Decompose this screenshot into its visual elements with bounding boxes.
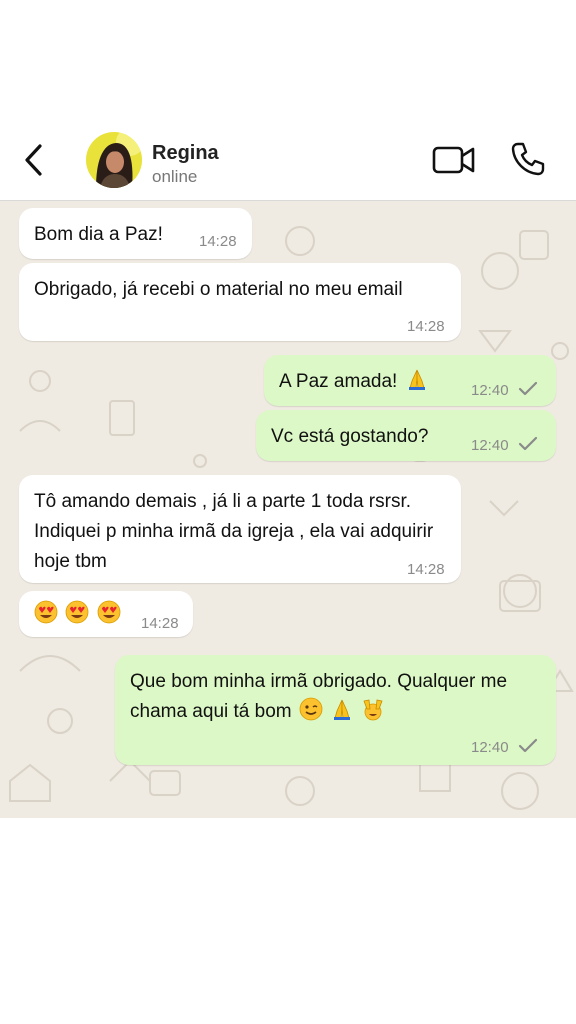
message-bubble-incoming[interactable]: Tô amando demais , já li a parte 1 toda … bbox=[19, 475, 461, 583]
video-call-button[interactable] bbox=[432, 144, 476, 176]
heart-eyes-emoji-icon bbox=[97, 600, 120, 624]
folded-hands-emoji-icon bbox=[334, 699, 351, 720]
message-time: 14:28 bbox=[407, 561, 445, 578]
message-time: 14:28 bbox=[407, 318, 445, 335]
message-time: 12:40 bbox=[471, 382, 509, 399]
message-text: Tô amando demais , já li a parte 1 toda … bbox=[34, 491, 434, 572]
voice-call-button[interactable] bbox=[510, 141, 546, 177]
avatar-photo bbox=[86, 132, 142, 188]
folded-hands-emoji-icon bbox=[408, 369, 425, 390]
back-button[interactable] bbox=[18, 140, 52, 180]
sent-check-icon bbox=[518, 381, 538, 396]
chat-screen: Regina online Bom dia a Paz! 14:28 Obrig… bbox=[0, 0, 576, 1024]
message-bubble-outgoing[interactable]: Vc está gostando? bbox=[256, 410, 556, 461]
message-bubble-outgoing[interactable]: A Paz amada! bbox=[264, 355, 556, 406]
raising-hands-emoji-icon bbox=[363, 699, 383, 721]
phone-icon bbox=[511, 142, 545, 176]
message-time: 14:28 bbox=[199, 233, 237, 250]
message-text: A Paz amada! bbox=[279, 371, 398, 392]
avatar[interactable] bbox=[86, 132, 142, 188]
heart-eyes-emoji-icon bbox=[34, 600, 58, 624]
chevron-left-icon bbox=[25, 144, 42, 176]
heart-eyes-emoji-icon bbox=[65, 600, 89, 624]
video-camera-icon bbox=[432, 146, 475, 174]
chat-header: Regina online bbox=[0, 120, 576, 201]
contact-name[interactable]: Regina bbox=[152, 142, 219, 165]
sent-check-icon bbox=[518, 738, 538, 753]
message-text: Bom dia a Paz! bbox=[34, 224, 163, 245]
contact-status: online bbox=[152, 167, 198, 186]
message-time: 14:28 bbox=[141, 615, 179, 632]
message-text: Obrigado, já recebi o material no meu em… bbox=[34, 279, 403, 300]
message-text: Vc está gostando? bbox=[271, 426, 429, 447]
message-time: 12:40 bbox=[471, 437, 509, 454]
message-list[interactable]: Bom dia a Paz! 14:28 Obrigado, já recebi… bbox=[0, 201, 576, 818]
winking-face-emoji-icon bbox=[299, 697, 323, 721]
message-time: 12:40 bbox=[471, 739, 509, 756]
sent-check-icon bbox=[518, 436, 538, 451]
message-bubble-incoming[interactable]: Obrigado, já recebi o material no meu em… bbox=[19, 263, 461, 341]
